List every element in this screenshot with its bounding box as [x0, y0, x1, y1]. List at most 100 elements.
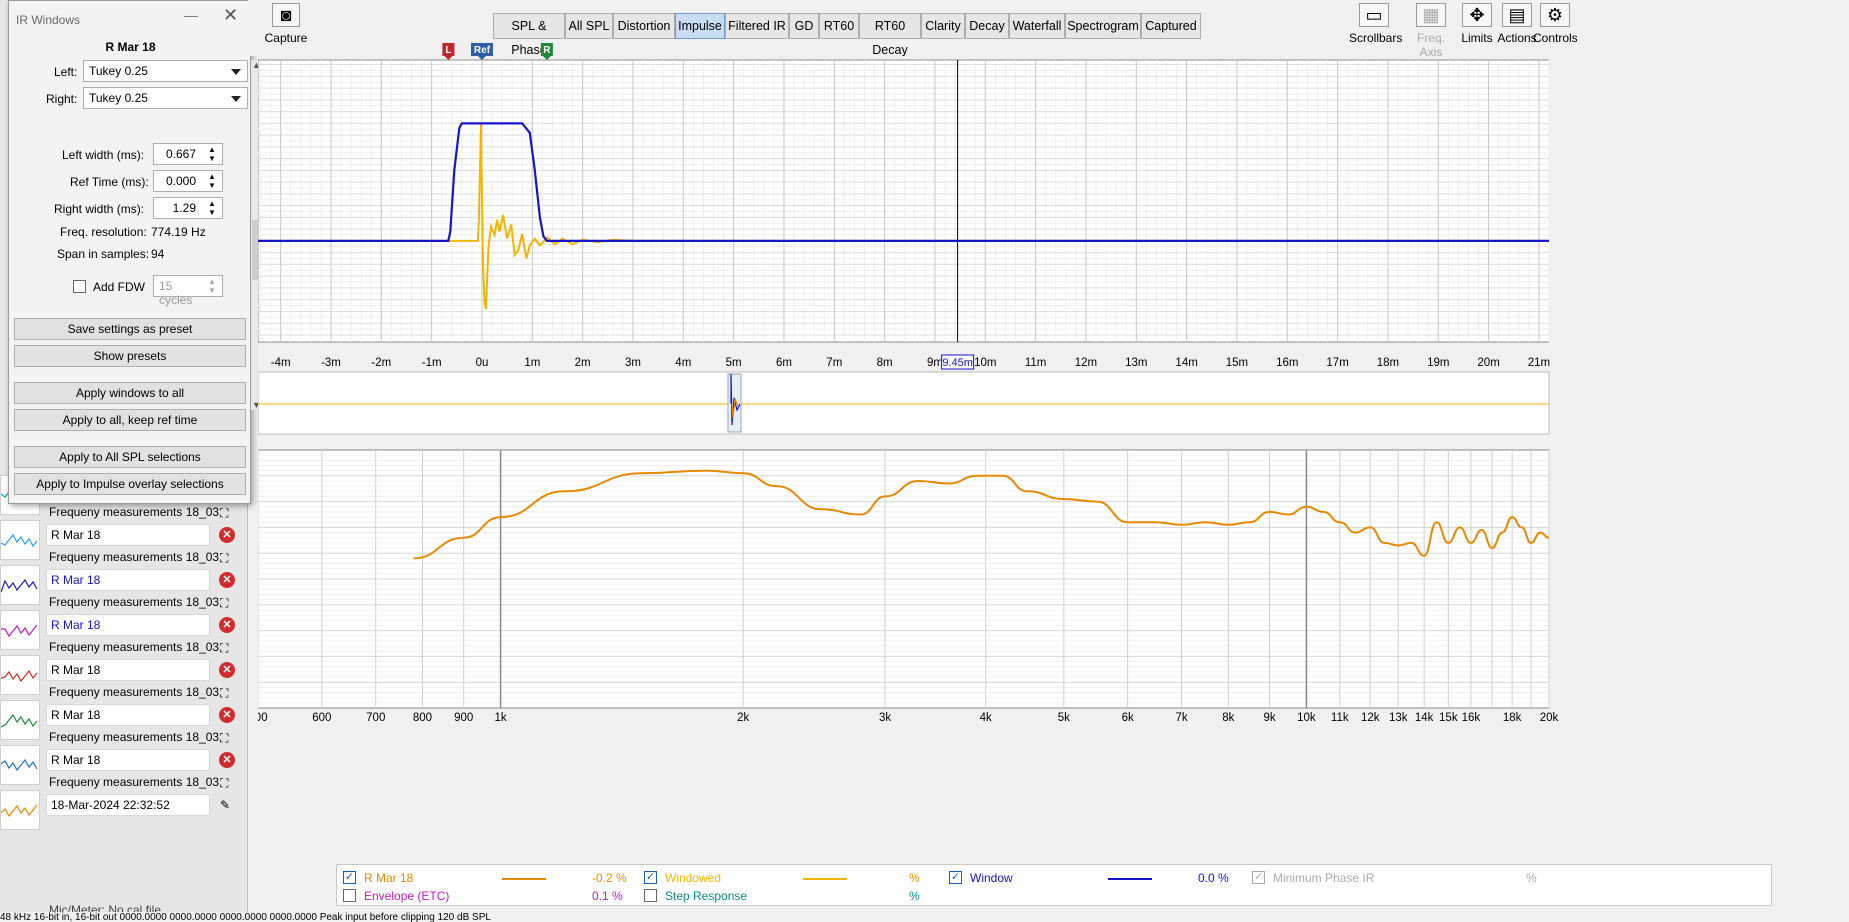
- delete-measurement-icon[interactable]: ✕: [219, 617, 235, 633]
- minimize-icon[interactable]: —: [184, 7, 198, 23]
- measurement-title[interactable]: Frequeny measurements 18_03: [49, 505, 229, 519]
- lock-edit-icon[interactable]: ⛶: [220, 595, 236, 611]
- measurement-name-field[interactable]: R Mar 18: [46, 614, 210, 636]
- lock-edit-icon[interactable]: ⛶: [220, 775, 236, 791]
- right-window-label: Right:: [46, 92, 78, 106]
- spl-x-tick: 3k: [879, 712, 891, 724]
- lock-edit-icon[interactable]: ⛶: [220, 685, 236, 701]
- r-mar-checkbox[interactable]: ✓: [343, 871, 356, 884]
- impulse-x-tick: 1m: [524, 357, 540, 369]
- legend-r-mar-label: R Mar 18: [364, 871, 414, 885]
- show-presets-button[interactable]: Show presets: [14, 345, 246, 367]
- apply-all-spl-button[interactable]: Apply to All SPL selections: [14, 446, 246, 468]
- right-window-value: Tukey 0.25: [89, 91, 148, 105]
- right-width-input[interactable]: 1.29 ▲ ▼: [153, 197, 223, 219]
- impulse-x-tick: 3m: [625, 357, 641, 369]
- save-preset-button[interactable]: Save settings as preset: [14, 318, 246, 340]
- measurement-name-field[interactable]: R Mar 18: [46, 569, 210, 591]
- impulse-x-tick: 0u: [476, 357, 489, 369]
- measurement-title[interactable]: Frequeny measurements 18_03: [49, 640, 229, 654]
- left-width-input[interactable]: 0.667 ▲ ▼: [153, 143, 223, 165]
- delete-measurement-icon[interactable]: ✕: [219, 707, 235, 723]
- spl-x-tick: 13k: [1389, 712, 1408, 724]
- pencil-icon[interactable]: ✎: [220, 797, 236, 813]
- impulse-x-tick: 13m: [1125, 357, 1147, 369]
- left-window-label: Left:: [54, 65, 78, 79]
- left-width-value: 0.667: [165, 147, 196, 161]
- measurement-name-field[interactable]: R Mar 18: [46, 749, 210, 771]
- impulse-x-tick: 12m: [1075, 357, 1097, 369]
- spl-x-tick: 12k: [1361, 712, 1380, 724]
- impulse-x-tick: -3m: [321, 357, 341, 369]
- apply-impulse-overlay-button[interactable]: Apply to Impulse overlay selections: [14, 473, 246, 495]
- left-window-select[interactable]: Tukey 0.25: [83, 60, 248, 82]
- plots-area[interactable]: -4m -3m -2m -1m 0u 1m 2m 3m 4m 5m 6m 7m 8m 9m 10m 11m 12…: [258, 0, 1849, 922]
- legend-panel: ✓ R Mar 18 -0.2 % ✓ Windowed % ✓ Window …: [336, 864, 1772, 906]
- spinner-arrows-icon[interactable]: ▲ ▼: [204, 172, 220, 190]
- legend-min-phase-value: %: [1526, 871, 1537, 885]
- overview-strip: [258, 371, 1550, 435]
- spl-x-tick: 6k: [1122, 712, 1134, 724]
- spinner-arrows-icon: ▲ ▼: [208, 277, 216, 295]
- spinner-arrows-icon[interactable]: ▲ ▼: [204, 145, 220, 163]
- apply-all-keep-ref-button[interactable]: Apply to all, keep ref time: [14, 409, 246, 431]
- impulse-x-tick: 16m: [1276, 357, 1298, 369]
- delete-measurement-icon[interactable]: ✕: [219, 662, 235, 678]
- ref-time-input[interactable]: 0.000 ▲ ▼: [153, 170, 223, 192]
- legend-r-mar-swatch: [502, 878, 546, 880]
- measurement-name-field[interactable]: R Mar 18: [46, 659, 210, 681]
- spinner-arrows-icon[interactable]: ▲ ▼: [204, 199, 220, 217]
- impulse-x-tick: 17m: [1326, 357, 1348, 369]
- measurement-title[interactable]: Frequeny measurements 18_03: [49, 595, 229, 609]
- legend-windowed-value: %: [909, 871, 920, 885]
- measurement-title[interactable]: Frequeny measurements 18_03: [49, 685, 229, 699]
- apply-windows-all-button[interactable]: Apply windows to all: [14, 382, 246, 404]
- step-response-checkbox[interactable]: [644, 889, 657, 902]
- impulse-x-tick: 18m: [1377, 357, 1399, 369]
- chart-element: -4m -3m -2m -1m 0u 1m 2m 3m 4m 5m 6m 7m 8m 9m 10m 11m 12…: [258, 43, 1550, 370]
- lock-edit-icon[interactable]: ⛶: [220, 640, 236, 656]
- window-checkbox[interactable]: ✓: [949, 871, 962, 884]
- legend-min-phase-label: Minimum Phase IR: [1273, 871, 1375, 885]
- legend-windowed-swatch: [803, 878, 847, 880]
- measurement-title[interactable]: Frequeny measurements 18_03: [49, 550, 229, 564]
- spl-x-tick: 1k: [495, 712, 507, 724]
- measurement-name: R Mar 18: [105, 40, 156, 54]
- lock-edit-icon[interactable]: ⛶: [220, 550, 236, 566]
- lock-edit-icon[interactable]: ⛶: [220, 505, 236, 521]
- delete-measurement-icon[interactable]: ✕: [219, 752, 235, 768]
- lock-edit-icon[interactable]: ⛶: [220, 730, 236, 746]
- impulse-x-tick: 20m: [1477, 357, 1499, 369]
- measurement-row[interactable]: Frequeny measurements 18_03 18-Mar-2024 2…: [0, 775, 246, 830]
- chevron-down-icon: [231, 96, 241, 102]
- delete-measurement-icon[interactable]: ✕: [219, 572, 235, 588]
- measurement-name-field[interactable]: R Mar 18: [46, 524, 210, 546]
- impulse-x-tick: 10m: [974, 357, 996, 369]
- dialog-title: IR Windows: [16, 13, 81, 27]
- impulse-x-tick: 21m: [1528, 357, 1550, 369]
- add-fdw-checkbox[interactable]: [73, 280, 86, 293]
- fdw-cycles-input: 15 cycles ▲ ▼: [153, 275, 223, 307]
- envelope-checkbox[interactable]: [343, 889, 356, 902]
- chart-element: L: [445, 45, 451, 56]
- delete-measurement-icon[interactable]: ✕: [219, 527, 235, 543]
- legend-envelope-value: 0.1 %: [592, 889, 623, 903]
- freq-resolution-value: 774.19 Hz: [151, 225, 206, 239]
- spl-x-tick: 20k: [1540, 712, 1559, 724]
- spl-x-tick: 11k: [1331, 712, 1349, 724]
- ref-time-value: 0.000: [165, 174, 196, 188]
- spl-x-tick: 16k: [1462, 712, 1481, 724]
- spl-x-tick: 600: [312, 712, 331, 724]
- cursor-readout: 9.45m: [942, 357, 973, 369]
- spl-x-tick: 14k: [1415, 712, 1434, 724]
- close-icon[interactable]: ✕: [223, 5, 238, 26]
- windowed-checkbox[interactable]: ✓: [644, 871, 657, 884]
- measurement-thumbnail[interactable]: [0, 790, 40, 830]
- right-window-select[interactable]: Tukey 0.25: [83, 87, 248, 109]
- measurement-title[interactable]: Frequeny measurements 18_03: [49, 730, 229, 744]
- measurement-name-field[interactable]: 18-Mar-2024 22:32:52: [46, 794, 210, 816]
- measurement-name-field[interactable]: R Mar 18: [46, 704, 210, 726]
- measurement-title[interactable]: Frequeny measurements 18_03: [49, 775, 229, 789]
- legend-envelope-label: Envelope (ETC): [364, 889, 450, 903]
- impulse-x-tick: -4m: [271, 357, 291, 369]
